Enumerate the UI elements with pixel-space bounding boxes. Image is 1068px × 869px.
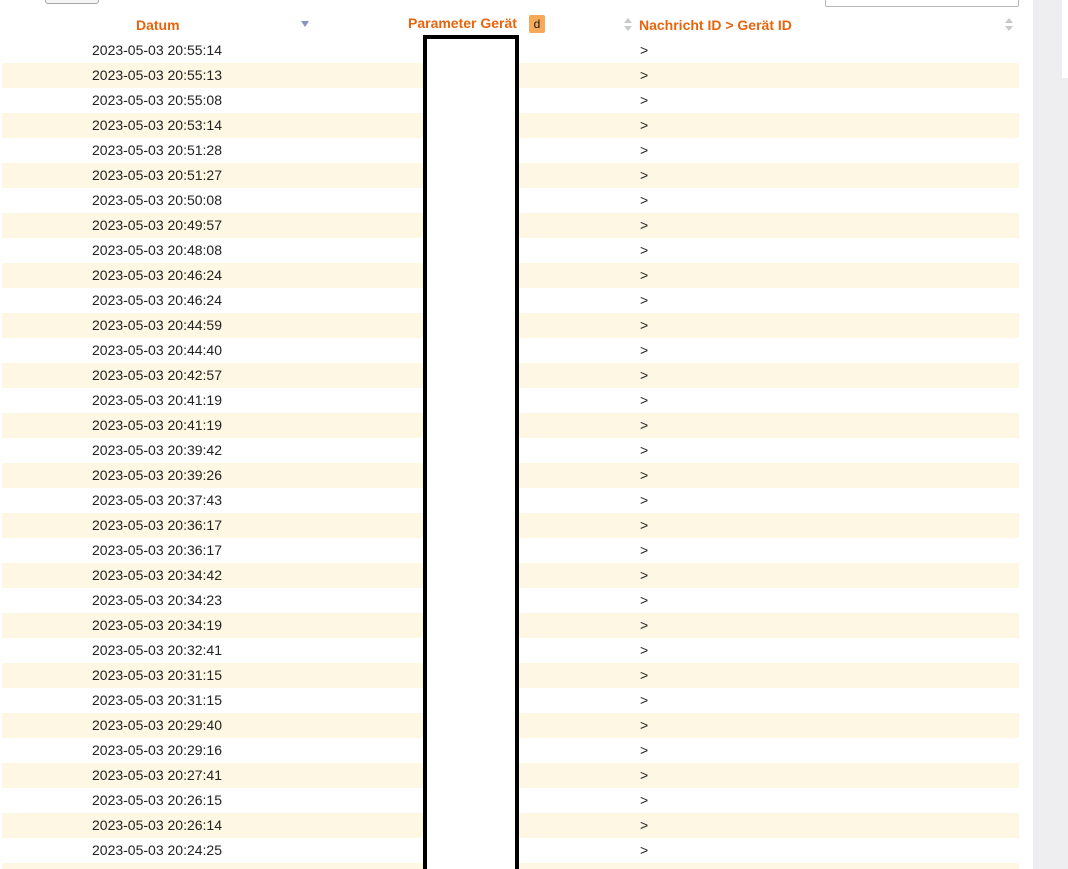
cell-datum: 2023-05-03 20:37:43 [92,492,222,508]
cell-nachricht: > [640,92,649,108]
cell-nachricht: > [640,717,649,733]
cell-datum: 2023-05-03 20:53:14 [92,117,222,133]
cell-nachricht: > [640,492,649,508]
cell-datum: 2023-05-03 20:26:14 [92,817,222,833]
cell-datum: 2023-05-03 20:34:23 [92,592,222,608]
cell-nachricht: > [640,667,649,683]
cell-datum: 2023-05-03 20:50:08 [92,192,222,208]
cell-datum: 2023-05-03 20:31:15 [92,667,222,683]
sort-both-icon[interactable] [624,18,632,32]
cell-datum: 2023-05-03 20:55:13 [92,67,222,83]
cell-datum: 2023-05-03 20:51:27 [92,167,222,183]
cell-nachricht: > [640,642,649,658]
cell-datum: 2023-05-03 20:46:24 [92,292,222,308]
cell-nachricht: > [640,792,649,808]
cell-datum: 2023-05-03 20:41:19 [92,417,222,433]
cell-nachricht: > [640,742,649,758]
cell-datum: 2023-05-03 20:34:42 [92,567,222,583]
cell-datum: 2023-05-03 20:42:57 [92,367,222,383]
cell-datum: 2023-05-03 20:26:15 [92,792,222,808]
cell-datum: 2023-05-03 20:39:26 [92,467,222,483]
cell-nachricht: > [640,42,649,58]
cell-nachricht: > [640,142,649,158]
cell-datum: 2023-05-03 20:44:40 [92,342,222,358]
cell-nachricht: > [640,217,649,233]
cell-nachricht: > [640,417,649,433]
cell-nachricht: > [640,817,649,833]
cell-datum: 2023-05-03 20:55:14 [92,42,222,58]
toolbar-button[interactable] [45,0,99,4]
redaction-box [423,35,519,869]
cell-datum: 2023-05-03 20:49:57 [92,217,222,233]
cell-datum: 2023-05-03 20:27:41 [92,767,222,783]
column-header-label: Nachricht ID > Gerät ID [639,17,792,33]
page: Datum Parameter Gerät d Nachricht ID > G… [0,0,1068,869]
cell-nachricht: > [640,567,649,583]
cell-nachricht: > [640,692,649,708]
cell-nachricht: > [640,367,649,383]
cell-nachricht: > [640,842,649,858]
sort-descending-icon[interactable] [301,21,309,27]
cell-nachricht: > [640,292,649,308]
cell-datum: 2023-05-03 20:41:19 [92,392,222,408]
cell-nachricht: > [640,242,649,258]
scrollbar-gutter[interactable] [1033,0,1068,869]
cell-datum: 2023-05-03 20:39:42 [92,442,222,458]
column-header-label: Datum [136,17,180,33]
cell-nachricht: > [640,517,649,533]
cell-datum: 2023-05-03 20:32:41 [92,642,222,658]
search-input[interactable] [825,0,1019,7]
cell-nachricht: > [640,342,649,358]
parameter-badge: d [529,15,545,33]
cell-nachricht: > [640,167,649,183]
cell-nachricht: > [640,442,649,458]
cell-datum: 2023-05-03 20:36:17 [92,517,222,533]
cell-nachricht: > [640,267,649,283]
cell-nachricht: > [640,592,649,608]
cell-nachricht: > [640,392,649,408]
cell-datum: 2023-05-03 20:51:28 [92,142,222,158]
cell-datum: 2023-05-03 20:44:59 [92,317,222,333]
column-header-nachricht[interactable]: Nachricht ID > Gerät ID [636,12,1018,38]
column-header-label: Parameter Gerät [408,15,517,31]
cell-datum: 2023-05-03 20:46:24 [92,267,222,283]
cell-nachricht: > [640,767,649,783]
cell-datum: 2023-05-03 20:31:15 [92,692,222,708]
cell-datum: 2023-05-03 20:29:40 [92,717,222,733]
cell-nachricht: > [640,617,649,633]
scrollbar-gutter-edge [1062,0,1068,78]
sort-both-icon[interactable] [1005,18,1013,32]
cell-datum: 2023-05-03 20:36:17 [92,542,222,558]
cell-nachricht: > [640,67,649,83]
cell-datum: 2023-05-03 20:34:19 [92,617,222,633]
cell-nachricht: > [640,317,649,333]
cell-datum: 2023-05-03 20:29:16 [92,742,222,758]
cell-nachricht: > [640,192,649,208]
cell-nachricht: > [640,117,649,133]
column-header-datum[interactable]: Datum [2,12,312,38]
cell-nachricht: > [640,542,649,558]
cell-datum: 2023-05-03 20:55:08 [92,92,222,108]
cell-datum: 2023-05-03 20:48:08 [92,242,222,258]
cell-nachricht: > [640,467,649,483]
cell-datum: 2023-05-03 20:24:25 [92,842,222,858]
